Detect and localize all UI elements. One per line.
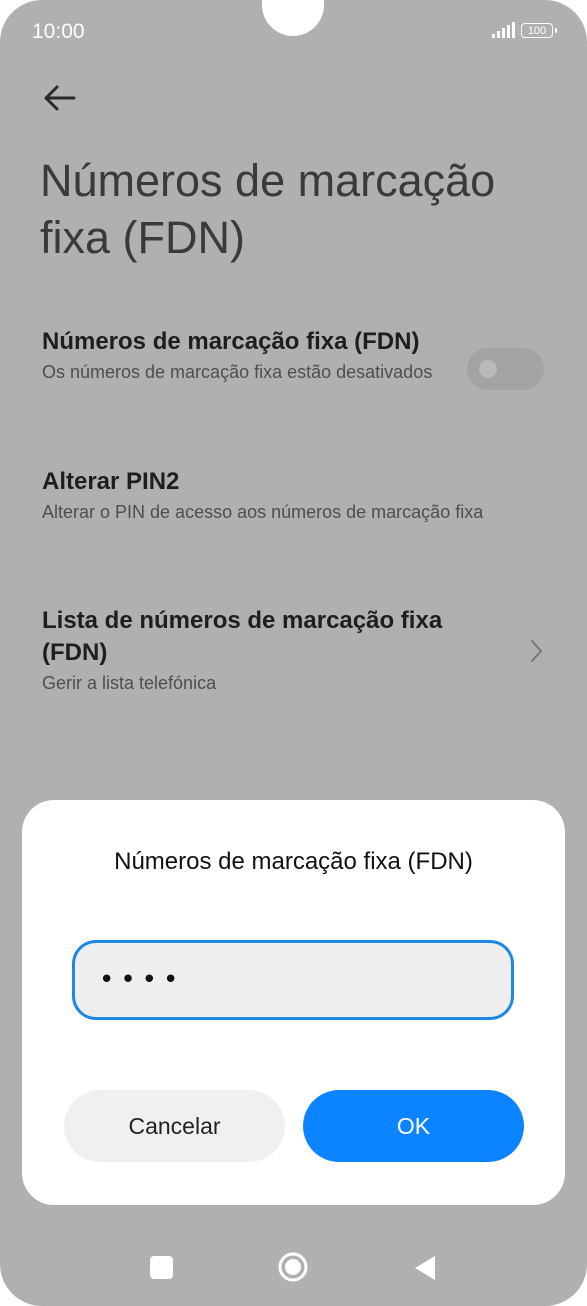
setting-change-pin2[interactable]: Alterar PIN2 Alterar o PIN de acesso aos… [42,466,542,523]
page-title: Números de marcação fixa (FDN) [40,155,496,263]
home-icon[interactable] [277,1251,309,1283]
dialog-title: Números de marcação fixa (FDN) [114,848,473,875]
setting-subtitle: Alterar o PIN de acesso aos números de m… [42,502,484,522]
recents-icon[interactable] [150,1256,173,1279]
phone-screen: 10:00 100 Números de marcação fixa (FDN)… [0,0,587,1306]
fdn-toggle-switch[interactable] [467,348,544,390]
cancel-button[interactable]: Cancelar [64,1090,285,1162]
toggle-knob [479,360,497,378]
setting-title: Números de marcação fixa (FDN) [42,328,420,355]
status-time: 10:00 [32,20,85,43]
pin2-input[interactable] [72,940,514,1020]
camera-notch [262,0,324,36]
setting-subtitle: Gerir a lista telefónica [42,673,217,693]
navigation-bar [0,1236,587,1296]
back-triangle-icon[interactable] [413,1254,437,1282]
status-icons: 100 [492,22,557,38]
setting-fdn-list[interactable]: Lista de números de marcação fixa (FDN) … [42,605,502,694]
chevron-right-icon [526,636,546,666]
back-arrow-icon[interactable] [40,80,80,116]
setting-title: Lista de números de marcação fixa (FDN) [42,607,443,666]
setting-subtitle: Os números de marcação fixa estão desati… [42,362,433,382]
setting-title: Alterar PIN2 [42,468,180,495]
ok-button[interactable]: OK [303,1090,524,1162]
pin-dialog: Números de marcação fixa (FDN) Cancelar … [22,800,565,1205]
signal-icon [492,22,515,38]
battery-icon: 100 [521,22,557,38]
